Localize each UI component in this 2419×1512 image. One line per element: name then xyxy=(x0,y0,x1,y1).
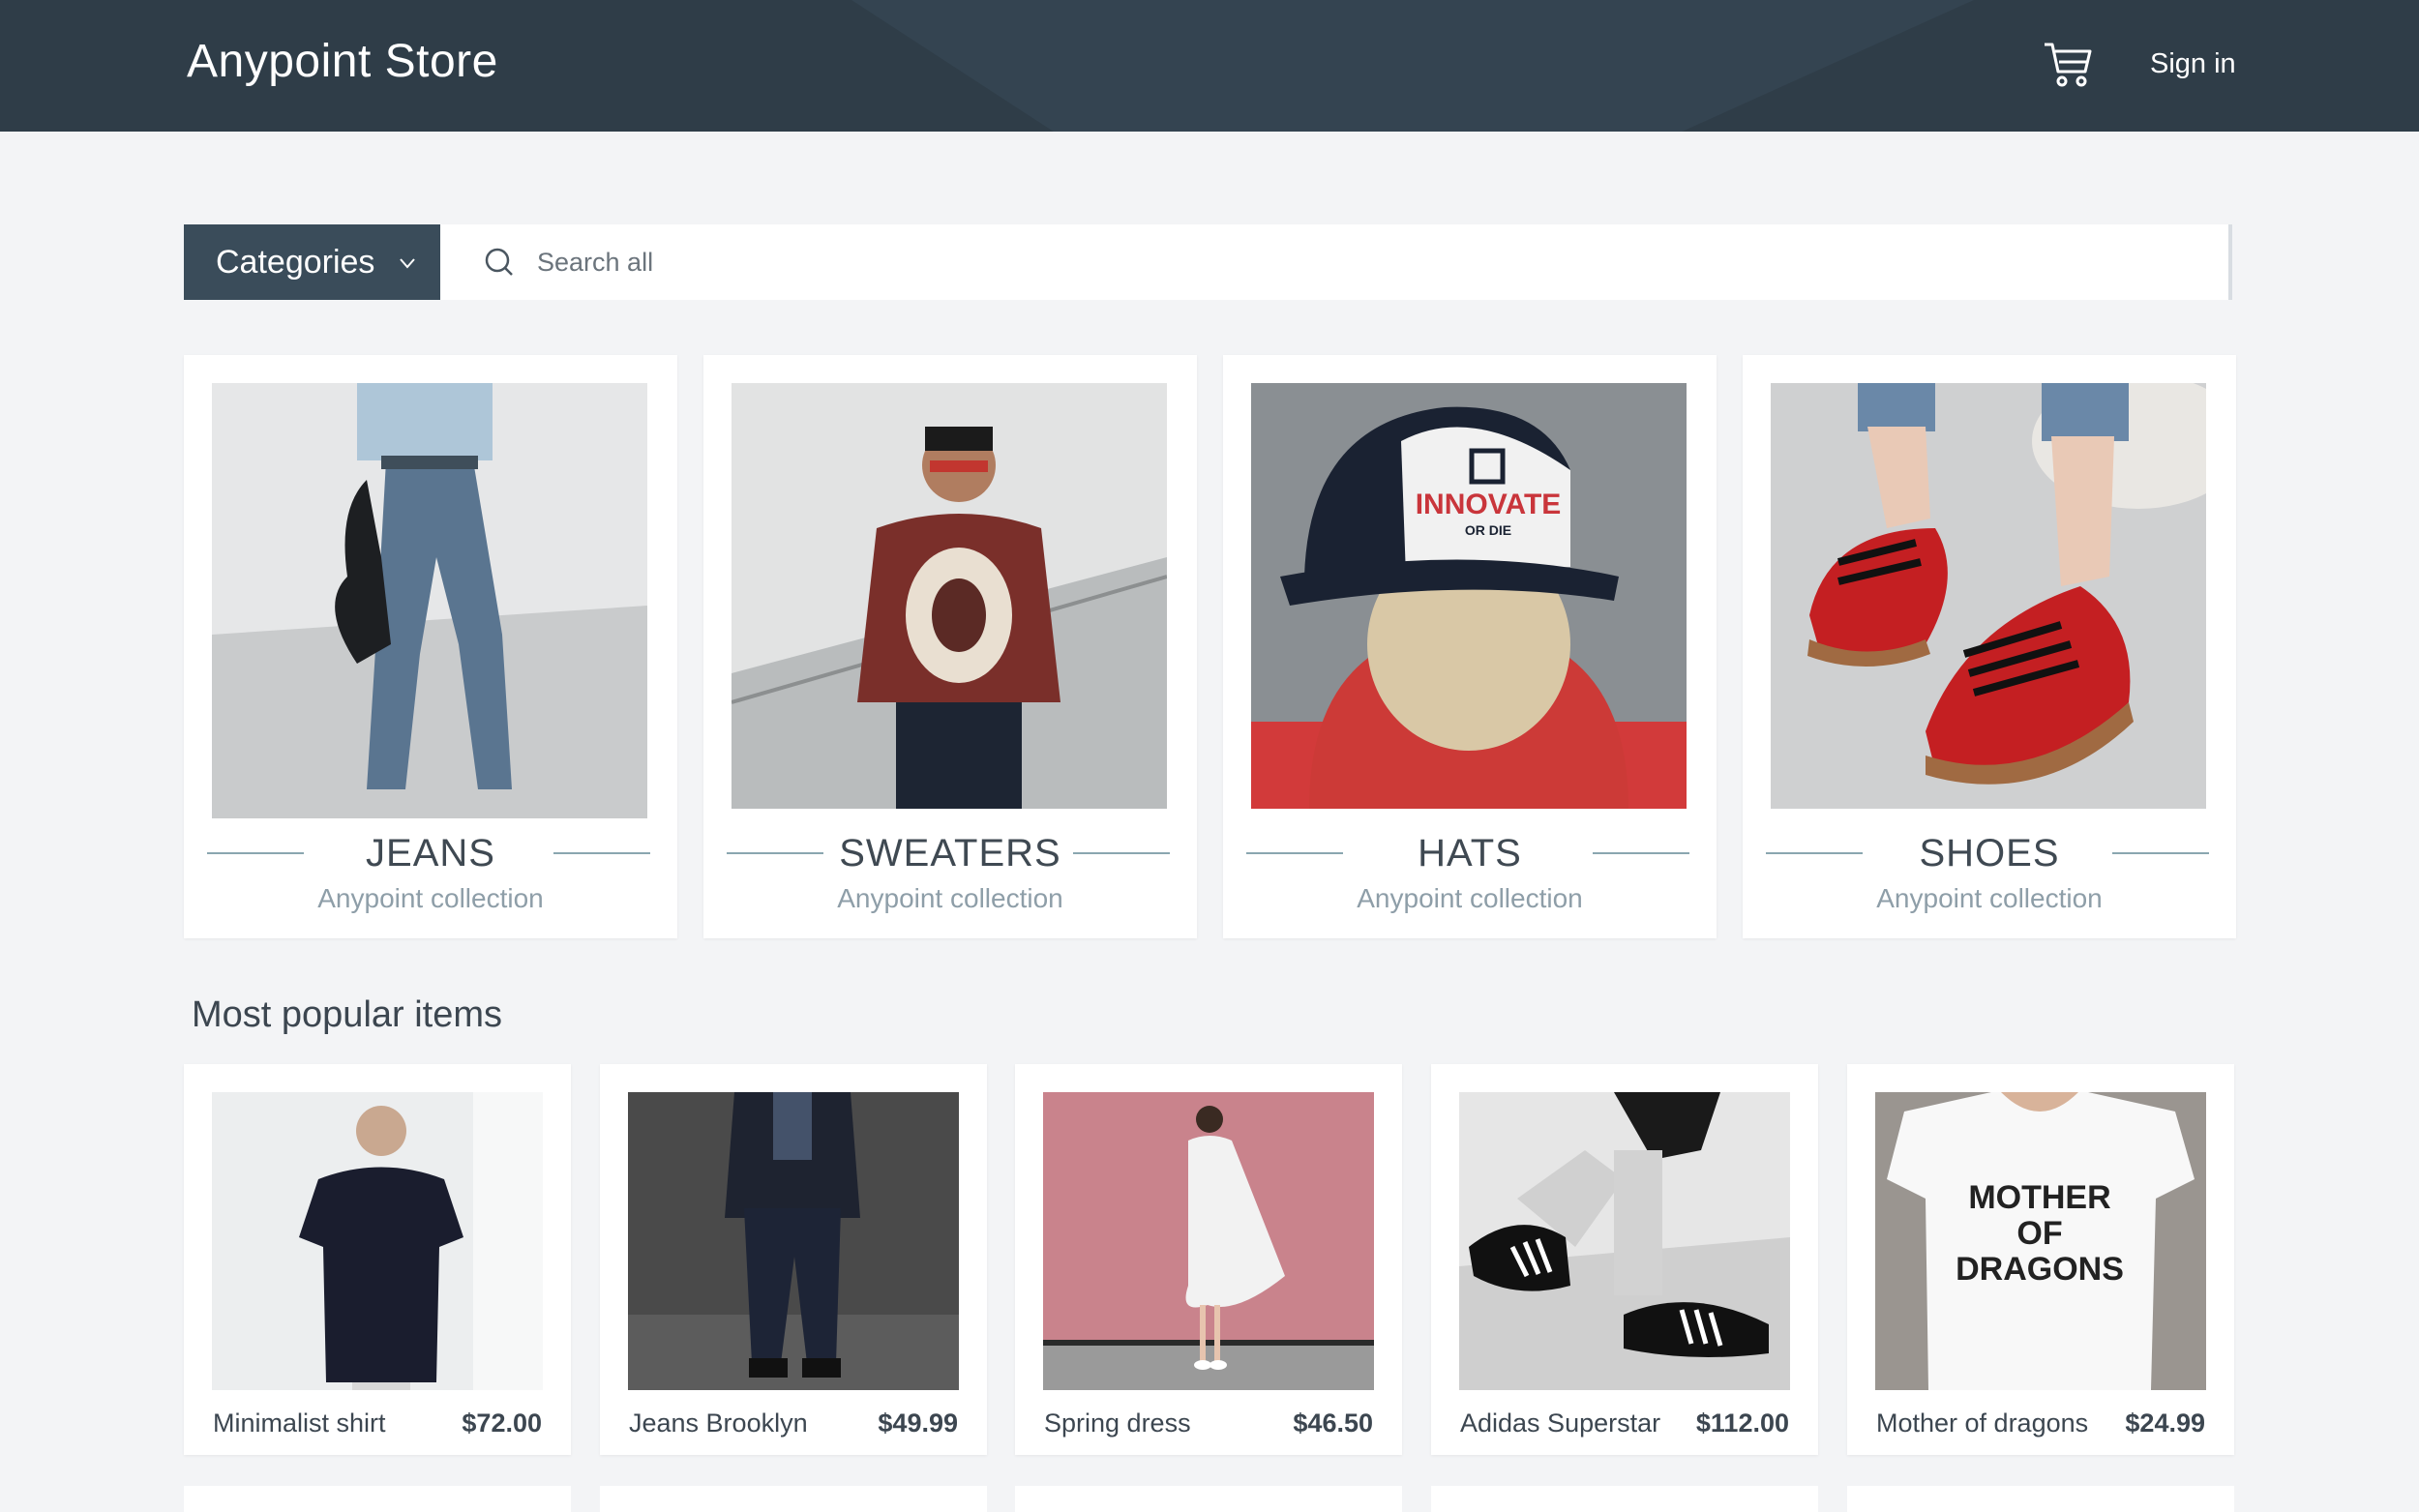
category-subtitle: Anypoint collection xyxy=(1876,883,2103,913)
search-icon[interactable] xyxy=(483,246,516,279)
product-card-partial[interactable] xyxy=(184,1486,571,1512)
product-name: Minimalist shirt xyxy=(213,1408,386,1438)
category-subtitle: Anypoint collection xyxy=(837,883,1063,913)
product-image: MOTHER OF DRAGONS xyxy=(1875,1092,2206,1390)
category-subtitle: Anypoint collection xyxy=(1357,883,1583,913)
product-card[interactable]: Spring dress $46.50 xyxy=(1015,1064,1402,1455)
category-subtitle: Anypoint collection xyxy=(317,883,544,913)
product-price: $72.00 xyxy=(462,1408,542,1438)
product-price: $112.00 xyxy=(1695,1408,1789,1438)
product-image xyxy=(212,1092,543,1390)
hats-image: INNOVATE OR DIE xyxy=(1251,383,1687,818)
category-card-jeans[interactable]: JEANS Anypoint collection xyxy=(184,355,677,938)
product-price: $49.99 xyxy=(878,1408,958,1438)
product-image xyxy=(628,1092,959,1390)
product-image xyxy=(1459,1092,1790,1390)
product-price: $24.99 xyxy=(2125,1408,2205,1438)
product-card-partial[interactable] xyxy=(1847,1486,2234,1512)
product-name: Spring dress xyxy=(1044,1408,1191,1438)
categories-dropdown[interactable]: Categories xyxy=(184,224,440,300)
product-name: Adidas Superstar xyxy=(1460,1408,1661,1438)
category-card-hats[interactable]: INNOVATE OR DIE HATS Anypoint collection xyxy=(1223,355,1717,938)
search-bar xyxy=(440,224,2232,300)
brand-title[interactable]: Anypoint Store xyxy=(187,35,498,88)
jeans-image xyxy=(212,383,647,818)
product-name: Mother of dragons xyxy=(1876,1408,2089,1438)
divider-line xyxy=(1593,852,1689,854)
product-card-partial[interactable] xyxy=(1431,1486,1818,1512)
header-decoration xyxy=(851,0,1974,132)
product-card[interactable]: Adidas Superstar $112.00 xyxy=(1431,1064,1818,1455)
hat-print-subtext: OR DIE xyxy=(1465,522,1511,538)
category-card-shoes[interactable]: SHOES Anypoint collection xyxy=(1743,355,2236,938)
tshirt-print-line: DRAGONS xyxy=(1956,1251,2124,1288)
tshirt-print-line: MOTHER xyxy=(1968,1179,2110,1216)
product-card[interactable]: MOTHER OF DRAGONS Mother of dragons $24.… xyxy=(1847,1064,2234,1455)
shoes-image xyxy=(1771,383,2206,818)
product-card-partial[interactable] xyxy=(600,1486,987,1512)
product-card[interactable]: Minimalist shirt $72.00 xyxy=(184,1064,571,1455)
product-price: $46.50 xyxy=(1293,1408,1373,1438)
divider-line xyxy=(553,852,650,854)
search-input[interactable] xyxy=(537,242,2182,282)
hat-print-text: INNOVATE xyxy=(1416,489,1562,520)
section-title: Most popular items xyxy=(192,994,503,1035)
product-name: Jeans Brooklyn xyxy=(629,1408,808,1438)
shopping-cart-icon[interactable] xyxy=(2042,39,2094,91)
divider-line xyxy=(2112,852,2209,854)
category-card-sweaters[interactable]: SWEATERS Anypoint collection xyxy=(703,355,1197,938)
top-header: Anypoint Store Sign in xyxy=(0,0,2419,132)
chevron-down-icon xyxy=(400,258,415,269)
product-image xyxy=(1043,1092,1374,1390)
categories-label: Categories xyxy=(216,243,375,281)
tshirt-print-line: OF xyxy=(2016,1215,2062,1252)
product-card[interactable]: Jeans Brooklyn $49.99 xyxy=(600,1064,987,1455)
sign-in-link[interactable]: Sign in xyxy=(2150,48,2236,80)
product-card-partial[interactable] xyxy=(1015,1486,1402,1512)
sweaters-image xyxy=(732,383,1167,818)
divider-line xyxy=(1073,852,1170,854)
